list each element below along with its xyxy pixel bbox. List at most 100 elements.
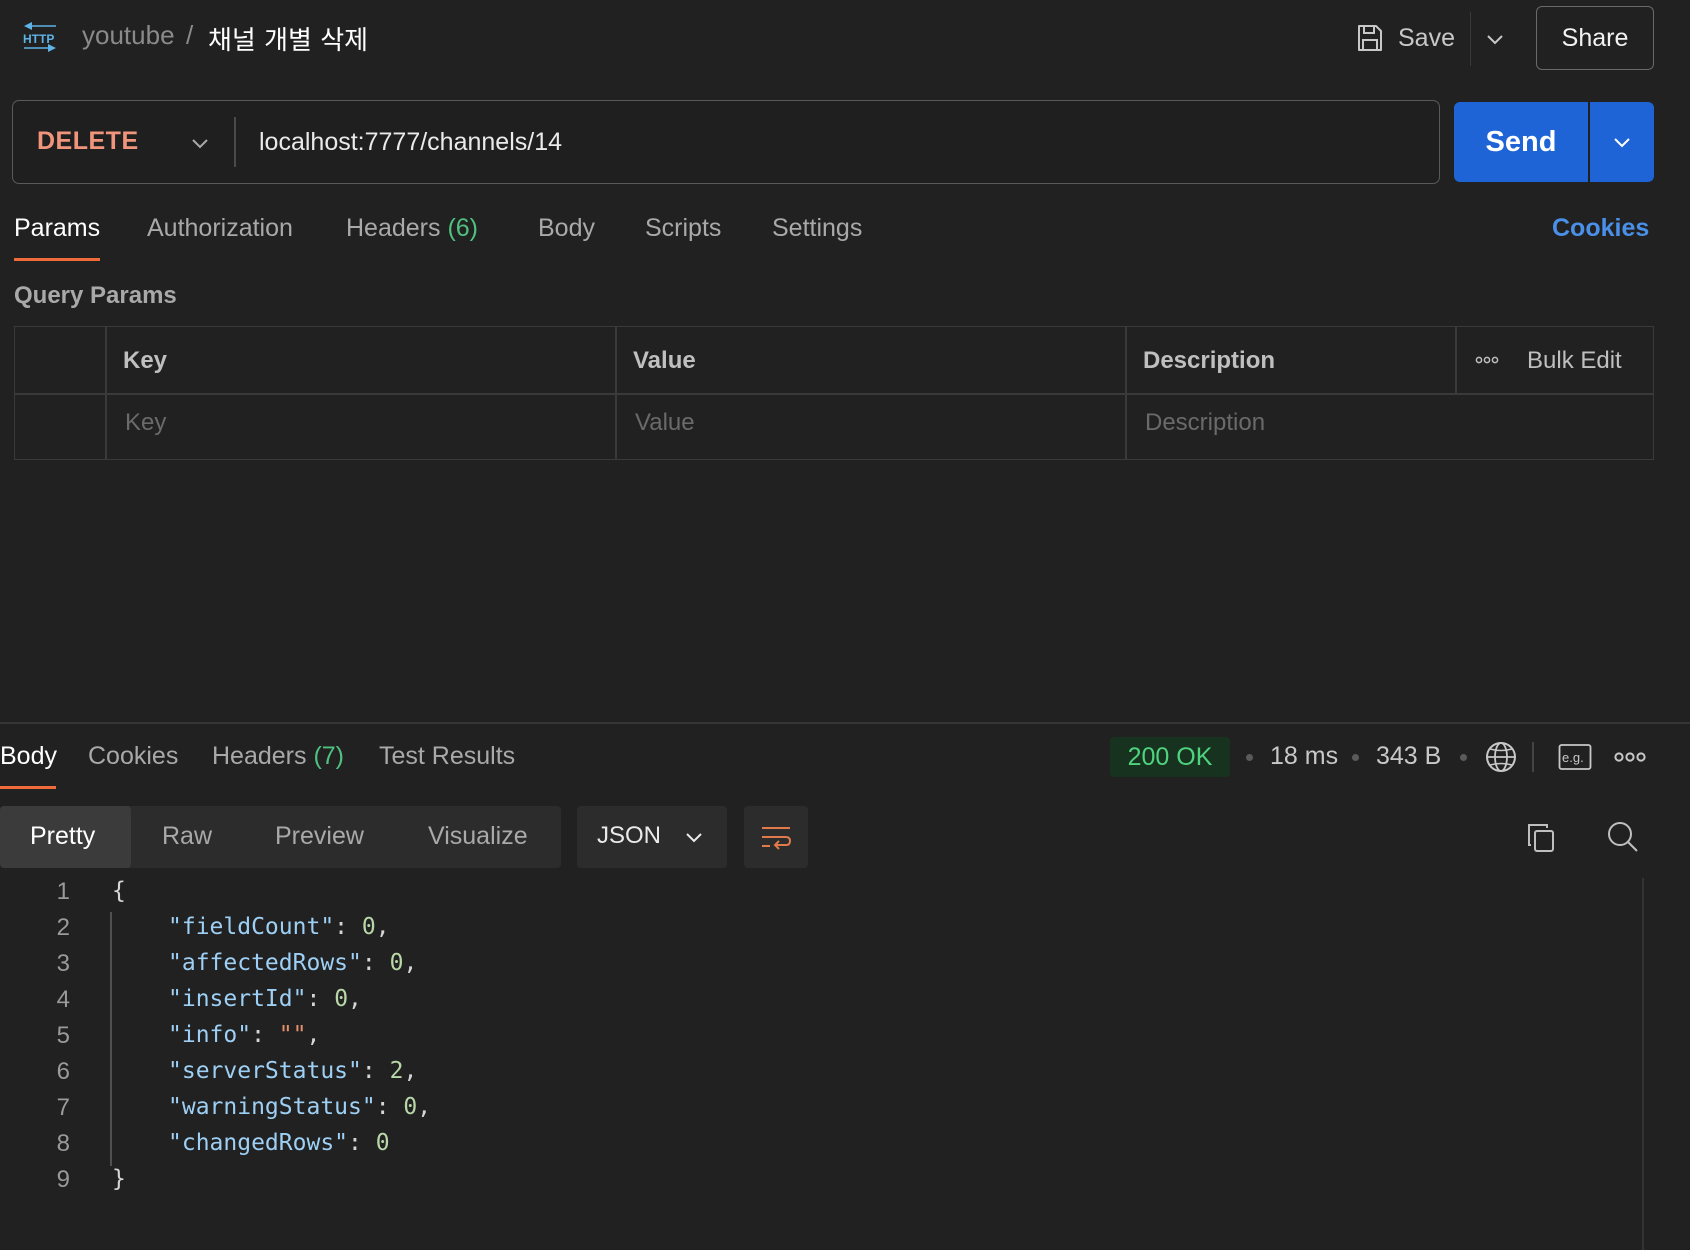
column-header-key: Key [123,347,168,374]
json-punctuation: : [361,1058,390,1084]
column-divider [615,327,617,459]
line-number: 4 [56,986,70,1013]
json-punctuation: , [403,1058,418,1084]
code-line: 3 "affectedRows": 0, [0,950,1640,986]
tab-body[interactable]: Body [538,214,595,243]
json-punctuation: : [251,1022,279,1048]
code-line: 7 "warningStatus": 0, [0,1094,1640,1130]
format-visualize[interactable]: Visualize [428,822,528,851]
json-punctuation: , [403,950,418,976]
language-select[interactable]: JSON [577,806,727,868]
send-options-button[interactable] [1590,102,1654,182]
globe-icon[interactable] [1484,740,1518,774]
format-preview[interactable]: Preview [275,822,364,851]
tab-authorization[interactable]: Authorization [147,214,293,243]
more-options-icon[interactable] [1475,355,1499,365]
line-number: 8 [56,1130,70,1157]
response-tab-cookies[interactable]: Cookies [88,742,178,771]
line-number: 9 [56,1166,70,1193]
code-text: "serverStatus": 2, [168,1058,417,1084]
chevron-down-icon[interactable] [189,132,211,154]
json-value: 0 [361,914,376,940]
json-key: "changedRows" [168,1130,349,1156]
line-number: 5 [56,1022,70,1049]
column-header-description: Description [1143,347,1276,374]
json-key: "serverStatus" [168,1058,362,1084]
code-text: } [112,1166,126,1192]
column-divider [105,327,107,459]
code-text: "affectedRows": 0, [168,950,417,976]
line-number: 2 [56,914,70,941]
column-divider [1125,327,1127,459]
json-value: 0 [375,1130,390,1156]
json-value: 0 [334,986,349,1012]
copy-icon[interactable] [1526,822,1556,854]
request-title[interactable]: 채널 개별 삭제 [208,20,368,57]
line-number: 6 [56,1058,70,1085]
code-text: "changedRows": 0 [168,1130,390,1156]
svg-text:e.g.: e.g. [1562,750,1584,765]
code-text: "info": "", [168,1022,320,1048]
url-bar: DELETE [12,100,1440,184]
response-size[interactable]: 343 B [1376,742,1441,771]
chevron-down-icon [1614,138,1630,148]
json-punctuation: , [417,1094,432,1120]
response-time[interactable]: 18 ms [1270,742,1338,771]
response-tab-headers[interactable]: Headers (7) [212,742,344,771]
format-raw[interactable]: Raw [162,822,212,851]
url-input[interactable] [259,121,1409,163]
query-params-title: Query Params [14,282,177,309]
cookies-link[interactable]: Cookies [1552,214,1649,243]
column-divider [1455,327,1457,393]
column-header-value: Value [633,347,696,374]
tab-params[interactable]: Params [14,214,100,243]
tab-settings[interactable]: Settings [772,214,862,243]
line-number: 7 [56,1094,70,1121]
chevron-down-icon[interactable] [1484,28,1506,50]
tab-scripts[interactable]: Scripts [645,214,721,243]
send-button[interactable]: Send [1454,102,1588,182]
url-divider [234,117,236,167]
value-input[interactable]: Value [635,409,695,437]
line-number: 3 [56,950,70,977]
json-key: "insertId" [168,986,307,1012]
active-tab-indicator [14,258,100,261]
language-select-label: JSON [597,822,662,849]
share-button[interactable]: Share [1536,6,1654,70]
scrollbar-track[interactable] [1642,878,1644,1250]
breadcrumb-separator: / [186,20,194,50]
code-line: 8 "changedRows": 0 [0,1130,1640,1166]
json-punctuation: : [306,986,335,1012]
search-icon[interactable] [1606,820,1640,854]
response-tab-body[interactable]: Body [0,742,57,771]
json-value: 0 [403,1094,418,1120]
format-pretty[interactable]: Pretty [30,822,95,851]
description-input[interactable]: Description [1145,409,1265,437]
json-key: "fieldCount" [168,914,335,940]
json-punctuation: : [348,1130,376,1156]
response-tab-test-results[interactable]: Test Results [379,742,515,771]
json-key: "affectedRows" [168,950,362,976]
json-punctuation: , [306,1022,321,1048]
chevron-down-icon [686,833,702,843]
bulk-edit-button[interactable]: Bulk Edit [1527,347,1622,375]
json-punctuation: : [375,1094,404,1120]
json-key: "warningStatus" [168,1094,376,1120]
status-badge[interactable]: 200 OK [1110,737,1230,777]
breadcrumb-collection[interactable]: youtube [82,20,175,51]
method-select[interactable]: DELETE [37,127,139,156]
response-divider[interactable] [0,722,1690,724]
meta-separator-dot [1460,754,1467,761]
save-button[interactable]: Save [1356,18,1455,58]
wrap-lines-button[interactable] [744,806,808,868]
key-input[interactable]: Key [125,409,166,437]
response-tab-headers-label: Headers [212,742,307,770]
line-number: 1 [56,878,70,905]
meta-separator-dot [1352,754,1359,761]
save-example-icon[interactable]: e.g. [1558,742,1592,772]
json-punctuation: : [334,914,362,940]
tab-headers[interactable]: Headers (6) [346,214,478,243]
more-options-icon[interactable] [1614,751,1646,763]
query-params-table: Key Value Description Bulk Edit Key Valu… [14,326,1654,460]
request-header: HTTP youtube / 채널 개별 삭제 Save Share [0,0,1690,76]
